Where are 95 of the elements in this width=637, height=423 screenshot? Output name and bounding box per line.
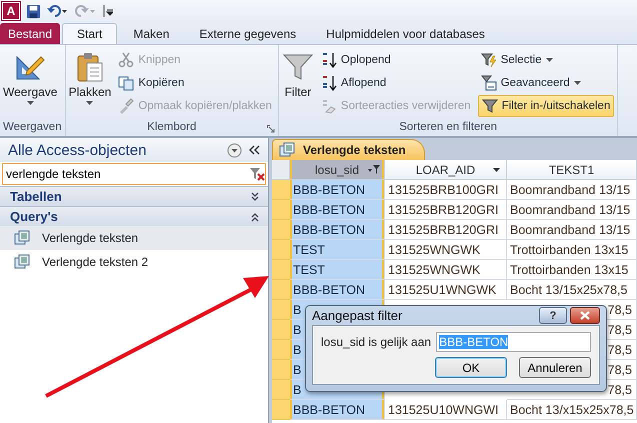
ribbon-tab[interactable]: Bestand [0, 23, 60, 44]
help-button[interactable]: ? [539, 307, 567, 324]
row-selector[interactable] [272, 180, 290, 200]
table-cell: 131525U10WNGWI [385, 400, 507, 420]
funnel-sort-icon[interactable] [368, 165, 380, 174]
row-selector[interactable] [272, 380, 290, 400]
scissors-icon [118, 52, 134, 68]
search-field[interactable]: verlengde teksten [2, 163, 266, 185]
save-icon[interactable] [26, 4, 41, 18]
table-cell: Bocht 13/x15x25x78,5 [507, 400, 637, 420]
table-cell: Trottoirbanden 13x15 [507, 240, 637, 260]
ribbon-button[interactable]: Selectie [478, 49, 614, 71]
group-label: Sorteren en filteren [399, 121, 498, 135]
table-cell: Boomrandband 13/15 [507, 220, 637, 240]
ribbon-large-button[interactable]: Filter [282, 47, 314, 121]
app-logo[interactable]: A [2, 2, 20, 20]
query-icon [279, 142, 295, 158]
dropdown-caret-icon [546, 58, 553, 62]
nav-section-header[interactable]: Query's [0, 206, 268, 226]
query-icon [14, 230, 30, 246]
funnel-icon [482, 98, 498, 114]
column-header[interactable]: TEKST1 [507, 160, 637, 180]
table-cell: Boomrandband 13/15 [507, 200, 637, 220]
customize-menu-icon[interactable] [103, 4, 113, 18]
document-tab[interactable]: Verlengde teksten [272, 139, 425, 160]
close-icon [580, 311, 590, 320]
table-cell: BBB-BETON [290, 400, 385, 420]
ribbon-button[interactable]: Kopiëren [115, 72, 275, 94]
dialog-launcher-icon[interactable] [266, 125, 275, 133]
brush-icon [118, 98, 134, 114]
row-selector[interactable] [272, 240, 290, 260]
table-cell: 131525BRB100GRI [385, 180, 507, 200]
ribbon-tab[interactable]: Maken [119, 23, 184, 44]
funnel-bolt-icon [480, 52, 497, 68]
ribbon-tab[interactable]: Externe gegevens [185, 23, 310, 44]
row-selector[interactable] [272, 300, 290, 320]
collapse-chevrons-icon[interactable] [248, 145, 262, 155]
row-selector[interactable] [272, 340, 290, 360]
table-cell: 131525WNGWK [385, 260, 507, 280]
table-cell: 131525WNGWK [385, 240, 507, 260]
dropdown-caret-icon [86, 101, 94, 105]
ribbon-button[interactable]: Geavanceerd [478, 72, 614, 94]
query-icon [14, 254, 30, 270]
undo-icon[interactable] [47, 4, 69, 18]
table-cell: BBB-BETON [290, 220, 385, 240]
column-header[interactable]: losu_sid [290, 160, 385, 180]
table-cell: 131525U1WNGWK [385, 280, 507, 300]
nav-pane-title: Alle Access-objecten [8, 142, 148, 158]
table-cell: TEST [290, 260, 385, 280]
row-selector[interactable] [272, 260, 290, 280]
row-selector[interactable] [272, 220, 290, 240]
dropdown-caret-icon [574, 81, 581, 85]
table-cell: Trottoirbanden 13x15 [507, 260, 637, 280]
ribbon-tab[interactable]: Start [62, 23, 118, 44]
group-label: Weergaven [3, 121, 62, 135]
ribbon-large-button[interactable]: Weergave [3, 47, 58, 121]
ribbon-large-button[interactable]: Plakken [68, 47, 112, 121]
expand-chevrons-icon [250, 192, 260, 202]
sort-ascending-icon [320, 52, 337, 68]
row-selector[interactable] [272, 320, 290, 340]
table-cell: BBB-BETON [290, 180, 385, 200]
column-header[interactable]: LOAR_AID [385, 160, 507, 180]
ribbon-tab[interactable]: Hulpmiddelen voor databases [312, 23, 499, 44]
table-cell: Bocht 13/15x25x78,5 [507, 280, 637, 300]
nav-section-header[interactable]: Tabellen [0, 186, 268, 206]
sort-descending-icon [320, 75, 337, 91]
row-selector[interactable] [272, 280, 290, 300]
table-cell: 131525BRB120GRI [385, 200, 507, 220]
dropdown-circle-icon[interactable] [227, 142, 242, 158]
funnel-form-icon [480, 75, 497, 91]
dropdown-caret-icon[interactable] [493, 168, 500, 172]
group-label: Klembord [147, 121, 196, 135]
table-cell: TEST [290, 240, 385, 260]
table-cell: 131525BRB120GRI [385, 220, 507, 240]
sort-eraser-icon [320, 98, 337, 114]
dialog-button[interactable]: OK [435, 357, 507, 378]
ribbon-button[interactable]: Aflopend [318, 72, 474, 94]
search-field[interactable]: verlengde teksten [3, 165, 249, 183]
close-button[interactable] [570, 307, 600, 324]
dialog-button[interactable]: Annuleren [519, 357, 591, 378]
ribbon-button[interactable]: Filter in-/uitschakelen [478, 95, 614, 117]
ribbon-button[interactable]: Oplopend [318, 49, 474, 71]
row-selector[interactable] [272, 200, 290, 220]
row-selector[interactable] [272, 360, 290, 380]
select-all-corner[interactable] [272, 160, 290, 180]
redo-icon[interactable] [75, 4, 97, 18]
table-cell: BBB-BETON [290, 280, 385, 300]
nav-item[interactable]: Verlengde teksten [0, 226, 268, 250]
copy-icon [118, 75, 134, 91]
clear-filter-icon[interactable] [249, 166, 265, 182]
collapse-chevrons-icon [250, 212, 260, 222]
table-cell: Boomrandband 13/15 [507, 180, 637, 200]
table-cell: BBB-BETON [290, 200, 385, 220]
row-selector[interactable] [272, 400, 290, 420]
dropdown-caret-icon [26, 101, 34, 105]
